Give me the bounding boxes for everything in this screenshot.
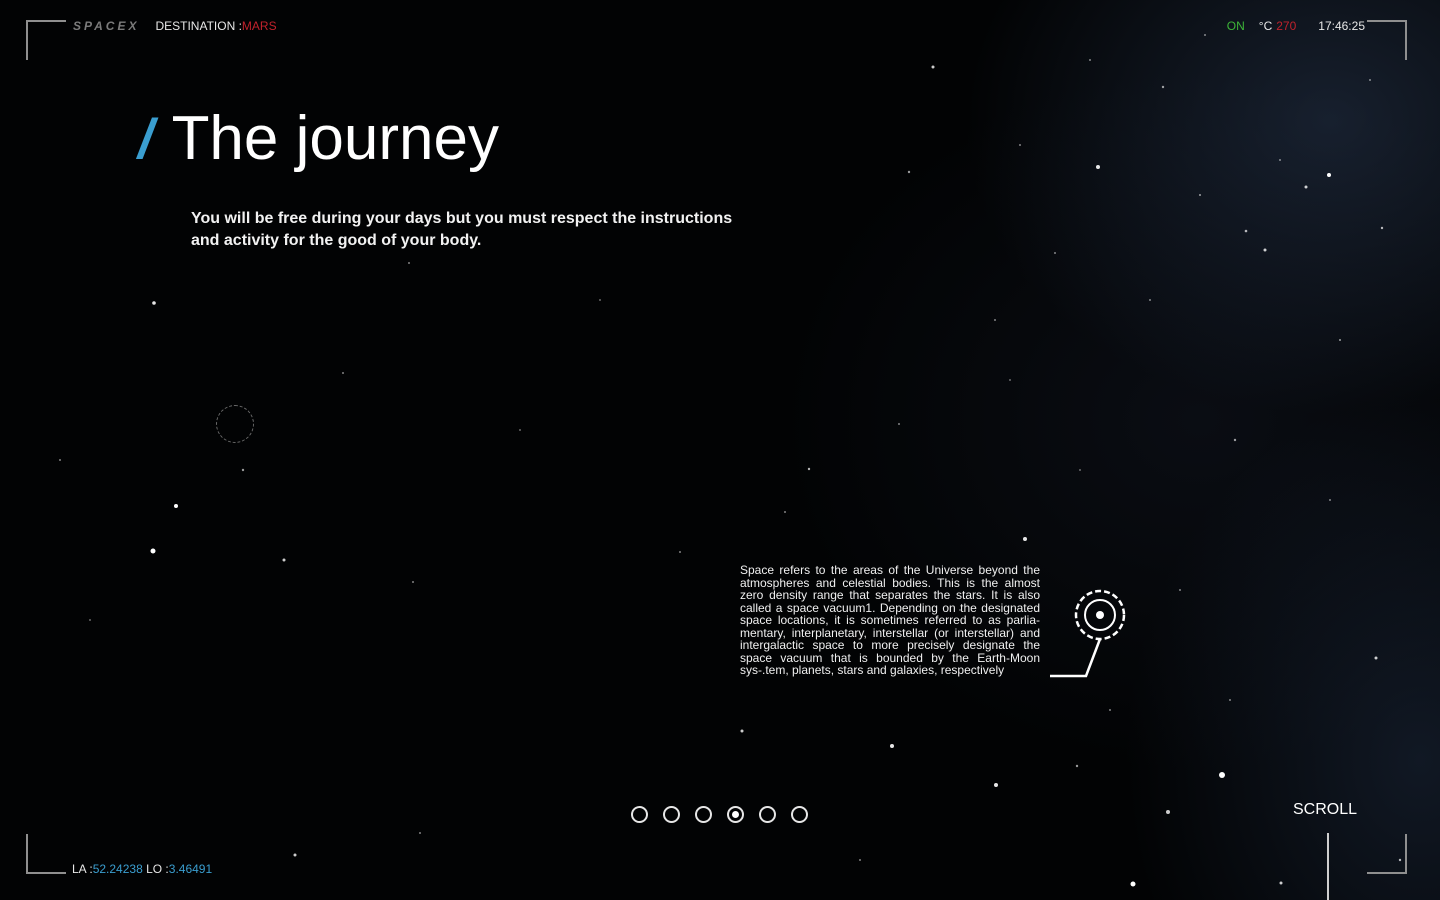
pagination-dot-indicator — [732, 811, 739, 818]
coordinates: LA :52.24238 LO :3.46491 — [72, 862, 212, 876]
temperature-unit: °C — [1258, 19, 1273, 33]
pagination-dot[interactable] — [727, 806, 744, 823]
scroll-button[interactable]: SCROLL — [1293, 801, 1357, 819]
decorative-dashed-ring — [216, 405, 254, 443]
pagination-dot[interactable] — [695, 806, 712, 823]
page-subtitle: You will be free during your days but yo… — [191, 210, 733, 249]
spacex-logo[interactable]: SPACEX — [73, 19, 139, 33]
pagination-dot[interactable] — [631, 806, 648, 823]
temperature-value: 270 — [1276, 19, 1297, 33]
slide-pagination — [631, 806, 808, 823]
latitude-label: LA : — [72, 862, 93, 876]
pagination-dot[interactable] — [791, 806, 808, 823]
destination-label: DESTINATION : — [155, 19, 242, 33]
clock: 17:46:25 — [1318, 19, 1365, 33]
longitude-label: LO : — [146, 862, 169, 876]
scroll-indicator-line — [1327, 833, 1329, 900]
hud-corner-top-left — [26, 20, 66, 60]
status-indicator: ON — [1226, 19, 1245, 33]
hud-corner-bottom-right — [1367, 834, 1407, 874]
title-slash-accent: / — [138, 107, 154, 170]
latitude-value: 52.24238 — [92, 862, 143, 876]
target-marker-icon[interactable] — [1050, 588, 1130, 680]
info-description: Space refers to the areas of the Univers… — [740, 563, 1040, 677]
pagination-dot[interactable] — [663, 806, 680, 823]
destination-value: MARS — [241, 19, 277, 33]
hero: / The journey — [138, 108, 499, 170]
destination: DESTINATION :MARS — [155, 19, 276, 33]
header-left: SPACEX DESTINATION :MARS — [73, 19, 277, 33]
hud-corner-bottom-left — [26, 834, 66, 874]
page-title: The journey — [171, 104, 499, 173]
longitude-value: 3.46491 — [168, 862, 213, 876]
header-right: ON °C 270 17:46:25 — [1227, 19, 1365, 33]
pagination-dot[interactable] — [759, 806, 776, 823]
hud-corner-top-right — [1367, 20, 1407, 60]
